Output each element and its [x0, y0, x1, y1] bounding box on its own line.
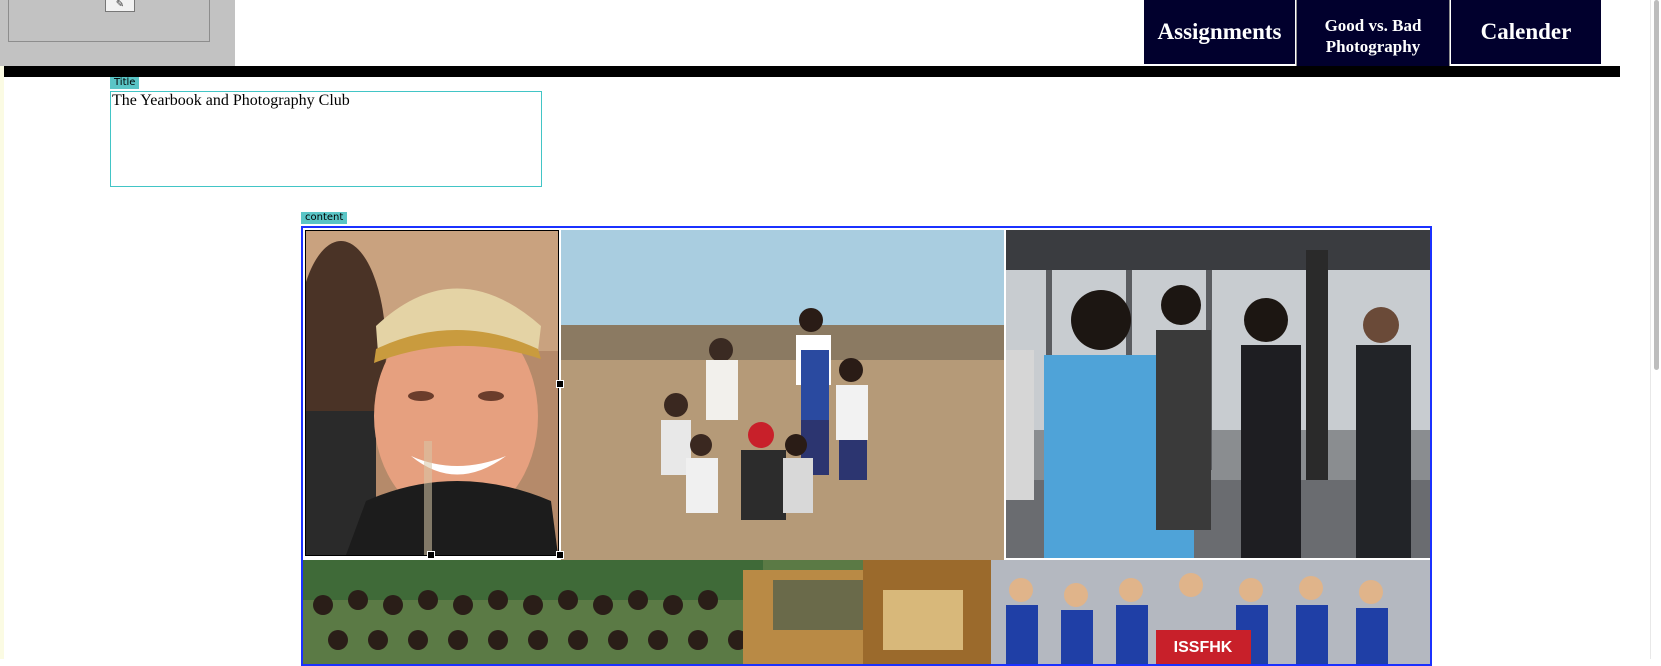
content-region-tag: content — [301, 212, 348, 224]
content-editable-region[interactable]: ISSFHK — [301, 226, 1432, 666]
nav-good-vs-bad-label: Good vs. Bad Photography — [1324, 16, 1422, 56]
page-right-border — [1650, 0, 1651, 659]
photo-girl-with-cap[interactable] — [305, 230, 559, 556]
title-region-tag: Title — [110, 77, 140, 89]
page-left-edge — [0, 0, 4, 659]
svg-text:ISSFHK: ISSFHK — [1174, 639, 1233, 656]
resize-handle-corner[interactable] — [556, 551, 564, 559]
nav-good-vs-bad-photography[interactable]: Good vs. Bad Photography — [1296, 0, 1450, 74]
resize-handle-right[interactable] — [556, 380, 564, 388]
page-title: The Yearbook and Photography Club — [112, 92, 350, 109]
nav-calender[interactable]: Calender — [1451, 0, 1601, 64]
header-divider-bar — [4, 66, 1620, 77]
logo-placeholder-panel: ✎ — [0, 0, 235, 66]
nav-assignments[interactable]: Assignments — [1144, 0, 1295, 64]
nav-calender-label: Calender — [1480, 19, 1572, 44]
image-placeholder-icon: ✎ — [105, 0, 135, 12]
photo-club-group[interactable] — [303, 560, 991, 664]
photo-issfhk-team[interactable]: ISSFHK — [991, 560, 1430, 664]
nav-assignments-label: Assignments — [1157, 19, 1282, 44]
photo-students-airport[interactable] — [1006, 230, 1430, 558]
vertical-scrollbar[interactable] — [1654, 0, 1659, 370]
resize-handle-bottom[interactable] — [427, 551, 435, 559]
photo-children-desert[interactable] — [561, 230, 1004, 560]
title-editable-region[interactable]: The Yearbook and Photography Club — [110, 91, 542, 187]
